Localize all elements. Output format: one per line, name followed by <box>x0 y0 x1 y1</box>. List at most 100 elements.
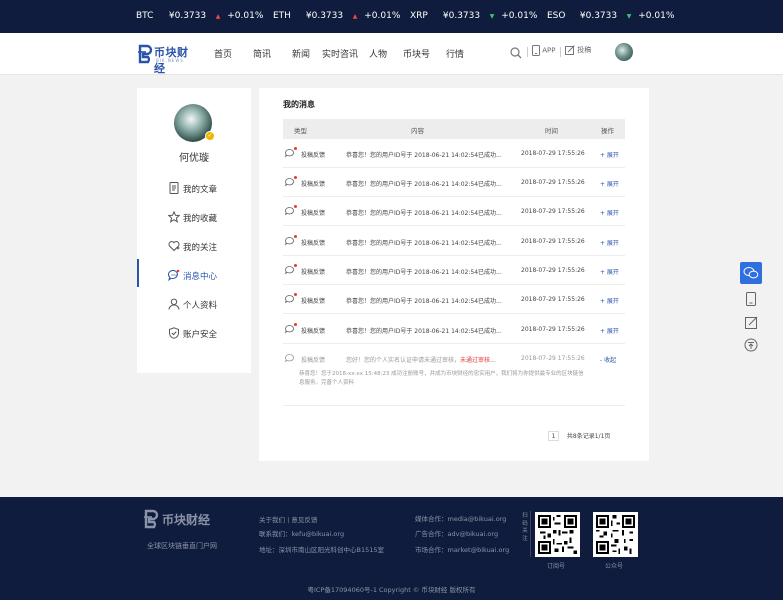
back-to-top-button[interactable] <box>740 334 762 356</box>
expand-button[interactable]: + 展开 <box>600 296 619 305</box>
wechat-button[interactable] <box>740 262 762 284</box>
pagination: 1 共8条记录1/1页 <box>548 431 610 441</box>
collapse-button[interactable]: - 收起 <box>600 355 616 364</box>
messages-panel: 我的消息 类型 内容 时间 操作 投稿反馈 恭喜您！您的用户ID号于 2018-… <box>259 88 649 461</box>
unread-dot <box>294 235 297 238</box>
message-content: 恭喜您！您的用户ID号于 2018-06-21 14:02:54已成功... <box>346 240 502 247</box>
sidebar-item-security[interactable]: 账户安全 <box>137 321 251 347</box>
footer-divider <box>530 511 531 557</box>
ticker-change: +0.01% <box>638 11 675 21</box>
ticker-symbol: BTC <box>136 11 154 21</box>
message-icon <box>285 149 294 157</box>
message-content: 恭喜您！您的用户ID号于 2018-06-21 14:02:54已成功... <box>346 328 502 335</box>
ticker-change: +0.01% <box>501 11 538 21</box>
site-footer: 币块财经 全球区块链垂直门户网 关于我们 | 意见反馈 联系我们：kefu@bi… <box>0 497 783 600</box>
table-row[interactable]: 投稿反馈 恭喜您！您的用户ID号于 2018-06-21 14:02:54已成功… <box>283 139 625 168</box>
message-type: 投稿反馈 <box>301 240 326 247</box>
table-row[interactable]: 投稿反馈 恭喜您！您的用户ID号于 2018-06-21 14:02:54已成功… <box>283 227 625 256</box>
nav-realtime[interactable]: 实时咨讯 <box>322 47 358 60</box>
table-row[interactable]: 投稿反馈 恭喜您！您的用户ID号于 2018-06-21 14:02:54已成功… <box>283 197 625 226</box>
mobile-app-button[interactable] <box>740 288 762 310</box>
ticker-item-xrp[interactable]: XRP ¥0.3733 ▼ +0.01% <box>410 11 537 21</box>
message-icon <box>285 237 294 245</box>
user-avatar[interactable] <box>615 43 633 61</box>
page-number-button[interactable]: 1 <box>548 431 559 441</box>
message-content-text: 您好！您的个人实名认证申请未通过审核， <box>346 357 461 364</box>
ticker-price: ¥0.3733 <box>305 11 344 21</box>
expand-button[interactable]: + 展开 <box>600 326 619 335</box>
table-row[interactable]: 投稿反馈 恭喜您！您的用户ID号于 2018-06-21 14:02:54已成功… <box>283 168 625 197</box>
phone-icon <box>746 292 756 306</box>
nav-bikuai-accounts[interactable]: 币块号 <box>403 47 430 60</box>
table-row[interactable]: 投稿反馈 恭喜您！您的用户ID号于 2018-06-21 14:02:54已成功… <box>283 315 625 344</box>
ticker-change: +0.01% <box>364 11 401 21</box>
logo-mark-icon <box>144 509 159 529</box>
expand-button[interactable]: + 展开 <box>600 208 619 217</box>
header-divider <box>527 47 528 57</box>
unread-dot <box>294 293 297 296</box>
expand-button[interactable]: + 展开 <box>600 238 619 247</box>
table-row-expanded[interactable]: 投稿反馈 您好！您的个人实名认证申请未通过审核，未通过审核... 2018-07… <box>283 344 625 406</box>
expand-button[interactable]: + 展开 <box>600 150 619 159</box>
ticker-item-eso[interactable]: ESO ¥0.3733 ▼ +0.01% <box>547 11 674 21</box>
logo-mark-icon <box>138 44 153 64</box>
app-download-link[interactable]: APP <box>532 45 555 56</box>
footer-slogan: 全球区块链垂直门户网 <box>147 542 217 550</box>
user-name: 何优璇 <box>179 153 209 164</box>
ticker-price: ¥0.3733 <box>442 11 481 21</box>
ticker-price: ¥0.3733 <box>579 11 618 21</box>
message-type: 投稿反馈 <box>301 181 326 188</box>
edit-icon <box>745 316 758 329</box>
edit-icon <box>565 45 575 55</box>
sidebar-item-messages[interactable]: 消息中心 <box>137 263 251 289</box>
sidebar-item-label: 我的关注 <box>183 243 218 253</box>
message-time: 2018-07-29 17:55:26 <box>521 208 585 215</box>
qr-code-subscription <box>535 512 580 557</box>
site-logo[interactable]: 币块财经 BIK.NEWS <box>137 42 199 75</box>
expand-button[interactable]: + 展开 <box>600 179 619 188</box>
nav-news[interactable]: 新闻 <box>292 47 310 60</box>
table-row[interactable]: 投稿反馈 恭喜您！您的用户ID号于 2018-06-21 14:02:54已成功… <box>283 256 625 285</box>
market-email: 市场合作：market@bikuai.org <box>415 546 510 554</box>
message-content: 恭喜您！您的用户ID号于 2018-06-21 14:02:54已成功... <box>346 210 502 217</box>
post-button[interactable] <box>740 312 762 334</box>
sidebar-item-following[interactable]: 我的关注 <box>137 234 251 260</box>
ticker-item-eth[interactable]: ETH ¥0.3733 ▲ +0.01% <box>273 11 400 21</box>
message-type: 投稿反馈 <box>301 357 326 364</box>
column-header-type: 类型 <box>294 127 307 135</box>
expand-button[interactable]: + 展开 <box>600 267 619 276</box>
up-arrow-icon: ▲ <box>215 13 221 20</box>
message-type: 投稿反馈 <box>301 269 326 276</box>
message-type: 投稿反馈 <box>301 210 326 217</box>
follow-label: 扫码关注 <box>522 513 528 542</box>
message-content: 恭喜您！您的用户ID号于 2018-06-21 14:02:54已成功... <box>346 152 502 159</box>
address-text: 地址：深圳市南山区阳光科创中心B1515室 <box>259 546 385 554</box>
logo-subtitle: BIK.NEWS <box>156 58 184 63</box>
star-icon <box>168 211 180 223</box>
user-icon <box>168 298 180 310</box>
copyright-text: 粤ICP备17094060号-1 Copyright © 币块财经 版权所有 <box>307 586 476 594</box>
sidebar-item-profile[interactable]: 个人资料 <box>137 292 251 318</box>
sidebar-item-my-articles[interactable]: 我的文章 <box>137 176 251 202</box>
post-article-link[interactable]: 投稿 <box>565 45 591 55</box>
ticker-symbol: ETH <box>273 11 291 21</box>
table-row[interactable]: 投稿反馈 恭喜您！您的用户ID号于 2018-06-21 14:02:54已成功… <box>283 285 625 314</box>
message-icon <box>168 269 180 281</box>
back-to-top-icon <box>744 338 758 352</box>
up-arrow-icon: ▲ <box>352 13 358 20</box>
qr-label-official-account: 公众号 <box>605 563 624 570</box>
message-detail: 恭喜您！您于2018-xx-xx 15:48:23 成功注册账号，并成为币块财经… <box>299 371 584 386</box>
phone-icon <box>532 45 540 56</box>
about-feedback-link[interactable]: 关于我们 | 意见反馈 <box>259 514 317 524</box>
nav-people[interactable]: 人物 <box>369 47 387 60</box>
nav-briefs[interactable]: 简讯 <box>253 47 271 60</box>
sidebar-item-favorites[interactable]: 我的收藏 <box>137 205 251 231</box>
message-icon <box>285 266 294 274</box>
media-email: 媒体合作：media@bikuai.org <box>415 515 507 523</box>
sidebar-item-label: 我的文章 <box>183 185 218 195</box>
nav-market[interactable]: 行情 <box>446 47 464 60</box>
nav-home[interactable]: 首页 <box>214 47 232 60</box>
sidebar-item-label: 账户安全 <box>183 330 218 340</box>
search-icon[interactable] <box>510 47 522 59</box>
ticker-item-btc[interactable]: BTC ¥0.3733 ▲ +0.01% <box>136 11 263 21</box>
